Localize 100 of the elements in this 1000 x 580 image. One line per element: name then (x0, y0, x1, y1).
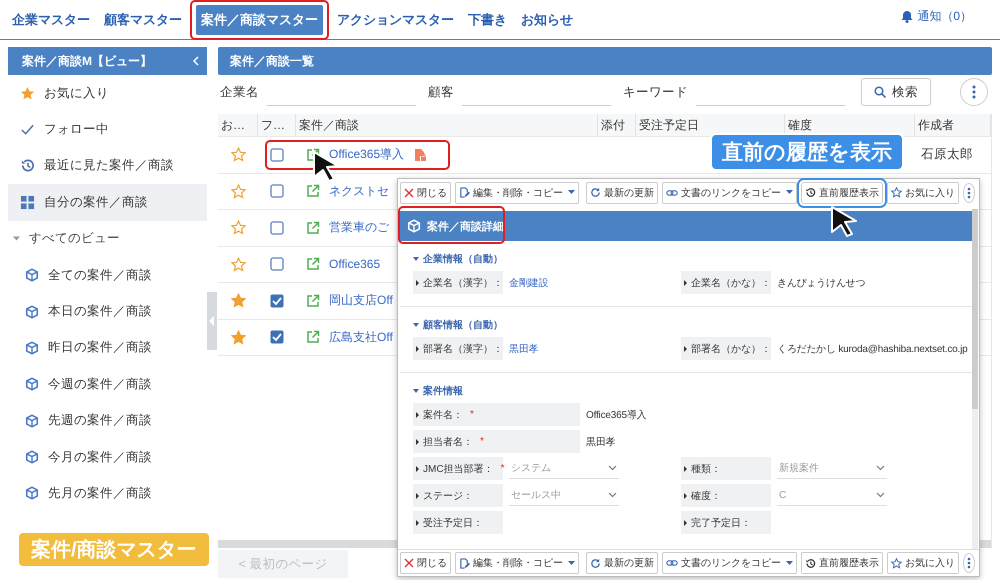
more-button[interactable] (963, 182, 975, 202)
toolbar-button[interactable]: 文書のリンクをコピー (662, 552, 797, 574)
history-icon (20, 158, 35, 174)
notification-link[interactable]: 通知（0） (901, 6, 992, 33)
field-label: 部署名（漢字）： (413, 337, 503, 360)
caret-icon (568, 190, 575, 195)
link-icon (666, 558, 678, 568)
sidebar-item[interactable]: お気に入り (8, 75, 207, 112)
callout-label: 案件/商談マスター (17, 531, 211, 568)
field-value: Office365導入 (586, 408, 646, 422)
toolbar-button[interactable]: お気に入り (887, 552, 959, 574)
sidebar-item[interactable]: 先月の案件／商談 (8, 475, 207, 512)
nav-tab[interactable]: 案件／商談マスター (196, 4, 323, 34)
sidebar-item[interactable]: 今週の案件／商談 (8, 366, 207, 403)
scrollbar[interactable] (972, 209, 978, 549)
star-icon[interactable] (230, 256, 246, 272)
checkbox[interactable] (270, 294, 284, 308)
history-icon (805, 558, 816, 568)
caret-icon (568, 560, 575, 566)
caret-icon (13, 235, 20, 242)
column-header[interactable]: 案件／商談 (296, 114, 598, 136)
table-cell: 石原太郎 (921, 146, 973, 164)
sidebar-item[interactable]: 全ての案件／商談 (8, 256, 207, 294)
more-button[interactable] (960, 78, 988, 106)
sidebar-item[interactable]: 本日の案件／商談 (8, 293, 207, 330)
section-toggle[interactable]: 案件情報 (413, 384, 972, 398)
checkbox[interactable] (270, 330, 284, 344)
caret-icon (413, 322, 419, 328)
edit-icon (459, 187, 470, 198)
toolbar-button[interactable]: 閉じる (400, 552, 451, 574)
field-link[interactable]: 金剛建設 (509, 276, 548, 290)
deal-link[interactable]: 岡山支店Off (329, 292, 393, 310)
checkbox[interactable] (270, 257, 284, 272)
nav-tab[interactable]: アクションマスター (332, 4, 459, 34)
nav-tab[interactable]: 企業マスター (7, 4, 95, 34)
deal-link[interactable]: ネクストセ (329, 182, 389, 200)
toolbar-button[interactable]: お気に入り (887, 182, 959, 204)
toolbar-button[interactable]: 閉じる (400, 182, 451, 204)
toolbar-button[interactable]: 文書のリンクをコピー (662, 182, 797, 204)
caret-icon (413, 388, 419, 394)
column-header[interactable]: 作成者 (915, 114, 991, 136)
deal-link[interactable]: Office365 (329, 257, 380, 272)
toolbar-button[interactable]: 最新の更新 (586, 182, 658, 204)
sidebar-group[interactable]: すべてのビュー (8, 220, 207, 257)
toolbar-button[interactable]: 編集・削除・コピー (455, 552, 579, 574)
cube-icon (25, 304, 39, 319)
column-header[interactable]: 添付 (598, 114, 636, 136)
star-icon[interactable] (230, 293, 246, 308)
nav-tab[interactable]: お知らせ (516, 4, 578, 34)
sidebar-item[interactable]: 今月の案件／商談 (8, 438, 207, 476)
cube-icon (25, 377, 39, 392)
toolbar-button[interactable]: 直前履歴表示 (801, 552, 883, 574)
chevron-down-icon (876, 492, 885, 498)
caret-icon (786, 560, 793, 566)
checkbox[interactable] (270, 148, 284, 162)
close-icon (404, 188, 414, 198)
field-label: 完了予定日： (681, 511, 771, 534)
toolbar-button[interactable]: 最新の更新 (586, 552, 658, 574)
collapse-handle[interactable] (207, 292, 217, 350)
filter-label: キーワード (623, 84, 688, 100)
section-toggle[interactable]: 企業情報（自動） (413, 252, 972, 266)
field-link[interactable]: 黒田孝 (509, 342, 538, 356)
filter-label: 企業名 (220, 84, 259, 100)
star-icon[interactable] (230, 220, 246, 236)
field-label: 受注予定日： (413, 511, 503, 534)
deal-link[interactable]: Office365導入 (329, 146, 404, 164)
close-icon (404, 558, 414, 568)
deal-link[interactable]: 営業車のご (329, 219, 389, 236)
list-title: 案件／商談一覧 (230, 52, 314, 70)
kebab-icon (967, 557, 971, 569)
caret-icon (786, 190, 793, 195)
caret-icon (413, 256, 419, 262)
sidebar-item[interactable]: フォロー中 (8, 111, 207, 148)
field-label: JMC担当部署： * (413, 457, 503, 480)
checkbox[interactable] (270, 220, 284, 235)
grid-icon (20, 194, 35, 210)
field-label: 案件名： * (413, 403, 580, 426)
star-icon[interactable] (230, 330, 246, 345)
field-value: きんぴょうけんせつ (777, 276, 866, 290)
column-header[interactable]: フ… (258, 114, 296, 136)
nav-tab[interactable]: 顧客マスター (99, 4, 187, 34)
section-toggle[interactable]: 顧客情報（自動） (413, 318, 972, 332)
search-button[interactable]: 検索 (861, 78, 931, 106)
more-button[interactable] (963, 553, 975, 573)
star-icon (891, 187, 902, 198)
star-icon[interactable] (230, 147, 246, 162)
star-icon[interactable] (230, 184, 246, 199)
deal-link[interactable]: 広島支社Off (329, 328, 393, 346)
sidebar-item[interactable]: 自分の案件／商談 (8, 184, 207, 221)
toolbar-button[interactable]: 編集・削除・コピー (455, 182, 579, 204)
checkbox[interactable] (270, 184, 284, 198)
chevron-down-icon (608, 492, 617, 498)
nav-tab[interactable]: 下書き (463, 4, 512, 34)
chevron-left-icon[interactable] (192, 56, 199, 66)
cube-icon (407, 219, 421, 233)
sidebar-item[interactable]: 最近に見た案件／商談 (8, 148, 207, 184)
sidebar-item[interactable]: 昨日の案件／商談 (8, 330, 207, 366)
sidebar-item[interactable]: 先週の案件／商談 (8, 402, 207, 439)
field-label: ステージ： (413, 484, 503, 507)
column-header[interactable]: お… (218, 114, 258, 136)
